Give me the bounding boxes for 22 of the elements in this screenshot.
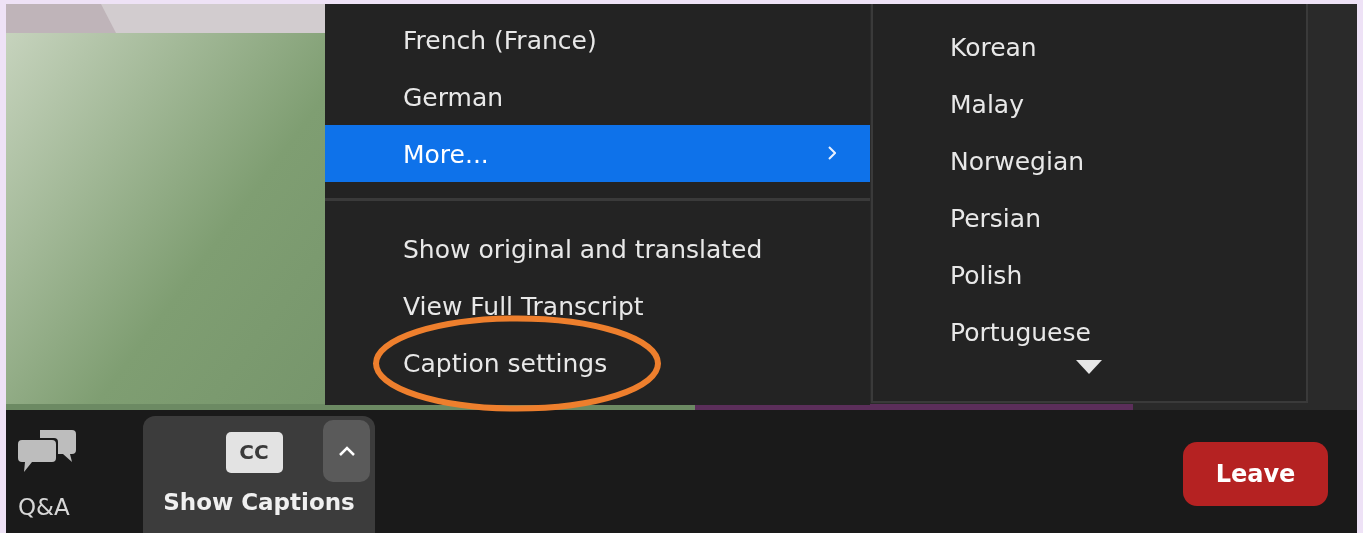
menu-item[interactable]: More... bbox=[325, 125, 870, 182]
qa-label[interactable]: Q&A bbox=[18, 494, 70, 520]
language-item[interactable]: Korean bbox=[873, 19, 1306, 76]
show-captions-button[interactable]: CC Show Captions bbox=[143, 416, 375, 533]
chevron-right-icon bbox=[828, 146, 836, 160]
cc-badge: CC bbox=[225, 432, 283, 473]
language-item[interactable]: Persian bbox=[873, 190, 1306, 247]
menu-item[interactable]: Show original and translated bbox=[325, 220, 870, 277]
language-item[interactable]: Norwegian bbox=[873, 133, 1306, 190]
caret-icon bbox=[338, 446, 355, 456]
scroll-down-icon[interactable] bbox=[1076, 360, 1102, 374]
language-item[interactable]: Portuguese bbox=[873, 304, 1306, 361]
menu-item[interactable]: French (France) bbox=[325, 11, 870, 68]
menu-item[interactable]: Caption settings bbox=[325, 334, 870, 391]
leave-button[interactable]: Leave bbox=[1183, 442, 1328, 506]
chat-bubbles-icon[interactable] bbox=[18, 430, 76, 472]
menu-item[interactable]: View Full Transcript bbox=[325, 277, 870, 334]
language-item[interactable]: Malay bbox=[873, 76, 1306, 133]
menu-item[interactable]: German bbox=[325, 68, 870, 125]
caret-button[interactable] bbox=[323, 420, 370, 482]
language-item[interactable]: Polish bbox=[873, 247, 1306, 304]
show-captions-label: Show Captions bbox=[163, 489, 355, 515]
